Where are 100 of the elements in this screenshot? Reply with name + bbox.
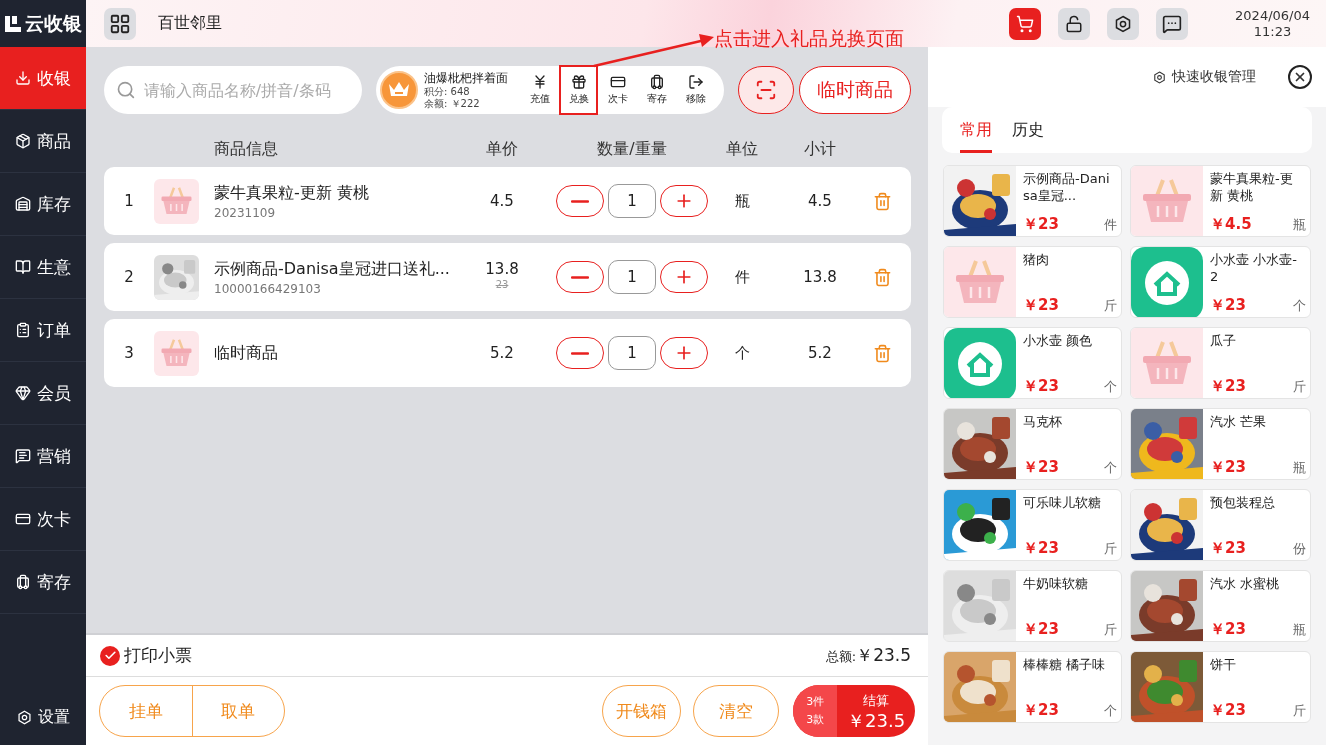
product-price: ￥23 <box>1210 377 1246 396</box>
product-card[interactable]: 示例商品-Danisa皇冠... ￥23 件 <box>943 165 1122 237</box>
product-card[interactable]: 可乐味儿软糖 ￥23 斤 <box>943 489 1122 561</box>
quantity-field[interactable]: 1 <box>608 260 656 294</box>
product-card[interactable]: 预包装程总 ￥23 份 <box>1130 489 1311 561</box>
product-card[interactable]: 马克杯 ￥23 个 <box>943 408 1122 480</box>
basket-icon <box>154 178 199 224</box>
search-input[interactable]: 请输入商品名称/拼音/条码 <box>141 79 350 101</box>
product-unit: 斤 <box>1293 702 1306 720</box>
product-price: ￥23 <box>1210 458 1246 477</box>
date-text: 2024/06/04 <box>1235 7 1310 24</box>
product-card[interactable]: 蒙牛真果粒-更新 黄桃 ￥4.5 瓶 <box>1130 165 1311 237</box>
product-price: ￥23 <box>1023 539 1059 558</box>
product-card[interactable]: 瓜子 ￥23 斤 <box>1130 327 1311 399</box>
quantity-field[interactable]: 1 <box>608 336 656 370</box>
product-name: 猪肉 <box>1023 251 1050 268</box>
trash-icon[interactable] <box>873 267 892 287</box>
minus-icon <box>571 351 589 355</box>
search-field[interactable]: 请输入商品名称/拼音/条码 <box>104 66 362 114</box>
product-unit: 斤 <box>1293 378 1306 396</box>
product-card[interactable]: 小水壶 颜色 ￥23 个 <box>943 327 1122 399</box>
sidebar-item[interactable]: 库存 <box>0 173 86 236</box>
basket-icon <box>154 330 199 376</box>
product-name: 汽水 芒果 <box>1210 413 1268 430</box>
sidebar-item[interactable]: 收银 <box>0 47 86 110</box>
unit-text: 件 <box>733 267 751 287</box>
settings-button[interactable] <box>1107 7 1140 40</box>
minus-icon <box>571 199 589 203</box>
brand-name: 云收银 <box>25 10 82 36</box>
gift-icon <box>570 74 587 90</box>
product-name: 小水壶 颜色 <box>1023 332 1094 349</box>
product-name: 可乐味儿软糖 <box>1023 494 1102 511</box>
product-name: 马克杯 <box>1023 413 1063 430</box>
subtotal-text: 5.2 <box>807 344 833 362</box>
box-icon <box>15 133 31 149</box>
member-action[interactable]: 兑换 <box>559 65 598 115</box>
tab[interactable]: 历史 <box>1012 107 1044 153</box>
settings-icon <box>1114 14 1133 33</box>
crown-icon <box>380 71 418 109</box>
product-price: ￥23 <box>1023 701 1059 720</box>
temp-item-button[interactable]: 临时商品 <box>799 66 911 114</box>
close-button[interactable] <box>1288 65 1312 89</box>
manage-link[interactable]: 快速收银管理 <box>1172 68 1256 86</box>
sidebar-item[interactable]: 订单 <box>0 299 86 362</box>
product-card[interactable]: 汽水 水蜜桃 ￥23 瓶 <box>1130 570 1311 642</box>
member-action[interactable]: 寄存 <box>637 66 676 114</box>
print-label: 打印小票 <box>124 644 192 667</box>
product-unit: 瓶 <box>1293 459 1306 477</box>
sidebar-item[interactable]: 营销 <box>0 425 86 488</box>
sidebar-item[interactable]: 次卡 <box>0 488 86 551</box>
product-unit: 斤 <box>1104 540 1117 558</box>
download-icon <box>15 70 31 86</box>
member-action[interactable]: 移除 <box>676 66 715 114</box>
sidebar-item[interactable]: 寄存 <box>0 551 86 614</box>
check-icon <box>103 649 117 662</box>
tab[interactable]: 常用 <box>960 107 992 153</box>
product-unit: 个 <box>1293 297 1306 315</box>
scan-button[interactable] <box>738 66 794 114</box>
checkbox[interactable] <box>100 645 120 666</box>
product-name: 瓜子 <box>1210 332 1237 349</box>
product-name: 棒棒糖 橘子味 <box>1023 656 1107 673</box>
cart-button[interactable] <box>1009 7 1042 40</box>
lock-button[interactable] <box>1058 7 1091 40</box>
member-name: 油爆枇杷拌着面 <box>424 70 509 86</box>
card-icon <box>609 74 626 90</box>
column-header: 单价 <box>485 139 519 160</box>
product-unit: 个 <box>1104 378 1117 396</box>
message-button[interactable] <box>1156 7 1189 40</box>
basket-icon <box>1131 328 1203 398</box>
member-balance: 余额: ￥222 <box>424 97 481 110</box>
subtotal-text: 4.5 <box>807 192 833 210</box>
quantity-field[interactable]: 1 <box>608 184 656 218</box>
product-card[interactable]: 棒棒糖 橘子味 ￥23 个 <box>943 651 1122 723</box>
member-action[interactable]: 充值 <box>520 66 559 114</box>
product-unit: 斤 <box>1104 621 1117 639</box>
sidebar-item[interactable]: 会员 <box>0 362 86 425</box>
product-name: 示例商品-Danisa皇冠... <box>1023 170 1111 204</box>
settings-item[interactable]: 设置 <box>0 689 86 745</box>
store-name: 百世邻里 <box>158 13 222 34</box>
product-card[interactable]: 汽水 芒果 ￥23 瓶 <box>1130 408 1311 480</box>
sidebar-item[interactable]: 生意 <box>0 236 86 299</box>
product-name: 小水壶 小水壶-2 <box>1210 251 1298 285</box>
product-price: ￥23 <box>1210 296 1246 315</box>
product-card[interactable]: 饼干 ￥23 斤 <box>1130 651 1311 723</box>
apps-button[interactable] <box>104 7 136 40</box>
product-card[interactable]: 猪肉 ￥23 斤 <box>943 246 1122 318</box>
product-card[interactable]: 小水壶 小水壶-2 ￥23 个 <box>1130 246 1311 318</box>
product-unit: 份 <box>1293 540 1306 558</box>
unit-text: 个 <box>733 343 751 363</box>
trash-icon[interactable] <box>873 343 892 363</box>
member-action[interactable]: 次卡 <box>598 66 637 114</box>
product-unit: 斤 <box>1104 297 1117 315</box>
item-count: 3件 <box>806 694 825 710</box>
luggage-icon <box>15 574 31 590</box>
checkout-button[interactable]: 3件 3款 结算 ￥23.5 <box>793 685 915 737</box>
column-header: 单位 <box>725 139 759 160</box>
sidebar-item[interactable]: 商品 <box>0 110 86 173</box>
trash-icon[interactable] <box>873 191 892 211</box>
product-card[interactable]: 牛奶味软糖 ￥23 斤 <box>943 570 1122 642</box>
product-price: ￥23 <box>1023 296 1059 315</box>
